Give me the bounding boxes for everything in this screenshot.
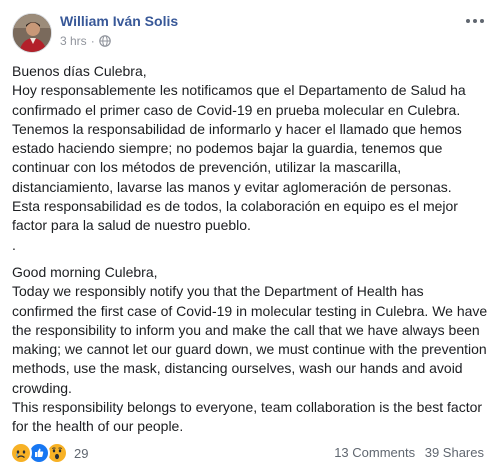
post-header: William Iván Solis 3 hrs · xyxy=(10,10,487,54)
post-stats: 13 Comments 39 Shares xyxy=(334,445,484,460)
shares-count[interactable]: 39 Shares xyxy=(425,445,484,460)
post-text-line: Buenos días Culebra, xyxy=(12,63,147,79)
facebook-post: William Iván Solis 3 hrs · Buenos días C… xyxy=(0,0,497,466)
post-footer: 29 13 Comments 39 Shares xyxy=(10,441,487,464)
more-options-icon[interactable] xyxy=(465,14,485,28)
sad-reaction-icon xyxy=(10,442,32,464)
meta-separator: · xyxy=(90,34,95,48)
post-text-line: Today we responsibly notify you that the… xyxy=(12,283,488,396)
post-text-line: . xyxy=(12,236,16,253)
timestamp[interactable]: 3 hrs xyxy=(60,34,87,48)
post-text-line: Good morning Culebra, xyxy=(12,263,158,280)
post-text-line: Esta responsabilidad es de todos, la col… xyxy=(12,198,458,234)
avatar-image xyxy=(13,14,51,52)
avatar[interactable] xyxy=(12,13,52,53)
reactions-summary[interactable]: 29 xyxy=(10,442,88,464)
reaction-count[interactable]: 29 xyxy=(74,446,88,461)
author-name[interactable]: William Iván Solis xyxy=(60,13,178,29)
globe-icon[interactable] xyxy=(98,35,111,47)
post-text-line: Tenemos la responsabilidad de informarlo… xyxy=(12,120,462,195)
post-text-line: This responsibility belongs to everyone,… xyxy=(12,399,483,435)
post-body: Buenos días Culebra, Hoy responsablement… xyxy=(12,62,488,437)
post-text-line: Hoy responsablemente les notificamos que… xyxy=(12,82,466,118)
comments-count[interactable]: 13 Comments xyxy=(334,445,415,460)
post-meta: 3 hrs · xyxy=(60,34,111,48)
